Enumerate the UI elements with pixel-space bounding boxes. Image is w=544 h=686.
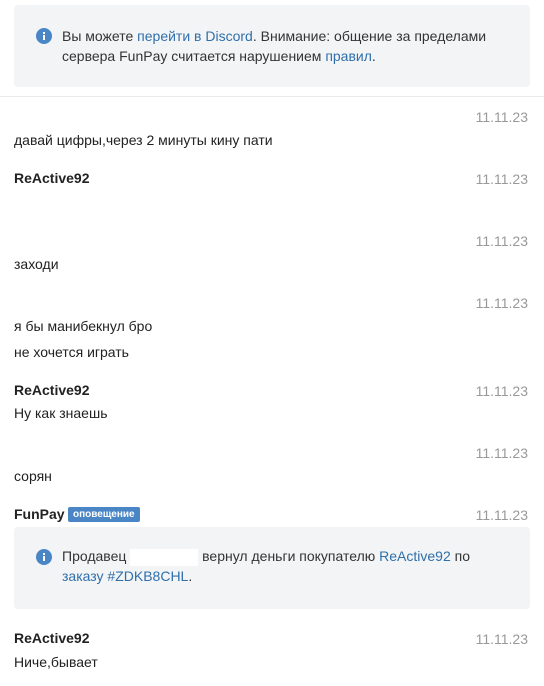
order-link[interactable]: заказу #ZDKB8CHL	[62, 568, 188, 584]
message-author[interactable]: ReActive92	[14, 629, 90, 647]
refund-text: Продавец	[62, 548, 131, 564]
refund-notice: Продавец вернул деньги покупателю ReActi…	[14, 527, 530, 609]
rules-link[interactable]: правил	[325, 48, 372, 64]
notification-badge: оповещение	[68, 507, 140, 522]
message-text: Ниче,бывает	[14, 654, 98, 670]
info-icon	[36, 28, 52, 44]
message-time: 11.11.23	[475, 631, 528, 647]
refund-text: вернул деньги покупателю	[198, 548, 380, 564]
refund-text: по	[450, 548, 470, 564]
refund-text: .	[188, 568, 193, 584]
message-time: 11.11.23	[475, 445, 528, 461]
chat-history: Вы можете перейти в Discord. Внимание: о…	[0, 0, 544, 686]
info-icon	[36, 549, 52, 565]
divider	[0, 96, 544, 97]
notice-text: Вы можете	[62, 28, 138, 44]
message-text: не хочется играть	[14, 344, 129, 360]
message-text: давай цифры,через 2 минуты кину пати	[14, 132, 273, 148]
message-text: я бы манибекнул бро	[14, 318, 153, 334]
message-author: FunPay	[14, 506, 65, 522]
message-time: 11.11.23	[475, 171, 528, 187]
message-text: сорян	[14, 468, 52, 484]
message-author[interactable]: ReActive92	[14, 169, 90, 187]
message-time: 11.11.23	[475, 295, 528, 311]
discord-link[interactable]: перейти в Discord	[137, 28, 253, 44]
message-time: 11.11.23	[475, 233, 528, 249]
buyer-link[interactable]: ReActive92	[379, 548, 451, 564]
notice-text: .	[371, 48, 376, 64]
message-text: заходи	[14, 256, 59, 272]
message-time: 11.11.23	[475, 109, 528, 125]
message-time: 11.11.23	[475, 507, 528, 523]
message-author[interactable]: ReActive92	[14, 381, 90, 399]
discord-notice: Вы можете перейти в Discord. Внимание: о…	[14, 5, 530, 87]
message-time: 11.11.23	[475, 383, 528, 399]
message-text: Ну как знаешь	[14, 405, 108, 421]
redacted-seller	[130, 548, 199, 566]
